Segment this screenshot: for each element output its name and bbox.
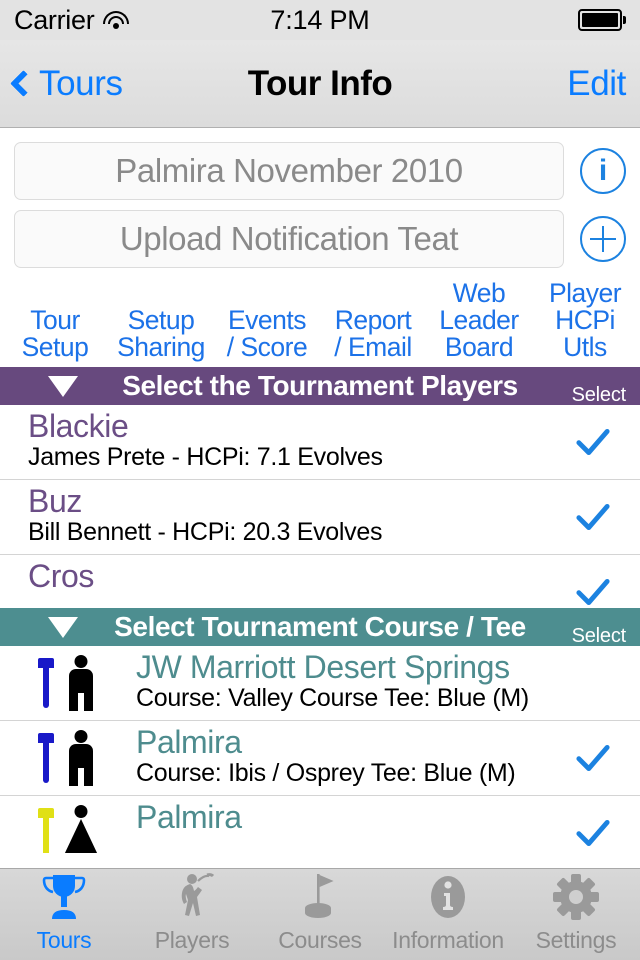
- players-list: Blackie James Prete - HCPi: 7.1 Evolves …: [0, 405, 640, 609]
- table-row[interactable]: Blackie James Prete - HCPi: 7.1 Evolves: [0, 405, 640, 481]
- checkmark-icon[interactable]: [576, 425, 610, 459]
- course-name: Palmira: [136, 724, 242, 761]
- info-circle-button[interactable]: i: [580, 148, 626, 194]
- course-detail: Course: Ibis / Osprey Tee: Blue (M): [136, 758, 516, 787]
- tab-bar-label: Tours: [36, 927, 92, 953]
- tour-name-value: Palmira November 2010: [115, 152, 463, 189]
- page-title: Tour Info: [247, 63, 393, 103]
- tab-bar-item-settings[interactable]: Settings: [512, 869, 640, 960]
- golf-tee-icon: [38, 658, 54, 709]
- tab-bar-label: Information: [392, 927, 504, 953]
- table-row[interactable]: Palmira Course: Ibis / Osprey Tee: Blue …: [0, 721, 640, 797]
- tab-label-line2: Sharing: [117, 332, 205, 363]
- player-detail: James Prete - HCPi: 7.1 Evolves: [28, 442, 383, 471]
- players-section-title: Select the Tournament Players: [122, 370, 518, 402]
- tab-bar-item-tours[interactable]: Tours: [0, 869, 128, 960]
- table-row[interactable]: JW Marriott Desert Springs Course: Valle…: [0, 646, 640, 722]
- tab-bar-item-players[interactable]: Players: [128, 869, 256, 960]
- table-row[interactable]: Buz Bill Bennett - HCPi: 20.3 Evolves: [0, 480, 640, 556]
- tab-bar-item-information[interactable]: Information: [384, 869, 512, 960]
- info-circle-icon: [424, 869, 472, 925]
- player-detail: Bill Bennett - HCPi: 20.3 Evolves: [28, 517, 383, 546]
- golf-tee-icon: [38, 733, 54, 784]
- table-row[interactable]: Cros: [0, 555, 640, 608]
- courses-select-label[interactable]: Select: [572, 625, 627, 648]
- player-name: Cros: [28, 558, 94, 595]
- tab-label-line2: HCPi: [555, 305, 615, 336]
- add-button[interactable]: [580, 216, 626, 262]
- male-figure-icon: [64, 730, 98, 787]
- edit-button[interactable]: Edit: [567, 64, 626, 104]
- tour-fields-area: Palmira November 2010 i Upload Notificat…: [0, 128, 640, 268]
- courses-section-header[interactable]: Select Tournament Course / Tee Select: [0, 608, 640, 648]
- navigation-bar: Tours Tour Info Edit: [0, 40, 640, 128]
- upload-notification-value: Upload Notification Teat: [119, 220, 459, 257]
- courses-list: JW Marriott Desert Springs Course: Valle…: [0, 646, 640, 854]
- tab-label-line3: Utls: [563, 332, 607, 363]
- info-circle-icon: i: [598, 154, 608, 187]
- tab-events-score[interactable]: Events / Score: [214, 305, 320, 363]
- golf-tee-icon: [38, 808, 54, 854]
- tab-bar-item-courses[interactable]: Courses: [256, 869, 384, 960]
- upload-notification-field[interactable]: Upload Notification Teat: [14, 210, 564, 268]
- checkmark-icon[interactable]: [576, 500, 610, 534]
- courses-section-title: Select Tournament Course / Tee: [114, 611, 526, 643]
- trophy-icon: [40, 869, 88, 925]
- upload-notification-row: Upload Notification Teat: [0, 210, 640, 268]
- tour-name-field[interactable]: Palmira November 2010: [14, 142, 564, 200]
- tab-player-hcpi-utls[interactable]: Player HCPi Utls: [532, 278, 638, 363]
- table-row[interactable]: Palmira: [0, 796, 640, 854]
- tab-label-line2: Setup: [21, 332, 89, 363]
- flag-icon: [296, 869, 344, 925]
- tour-tab-strip: Tour Setup Setup Sharing Events / Score …: [0, 278, 640, 368]
- status-bar: Carrier 7:14 PM: [0, 0, 640, 40]
- course-icon-group: [0, 649, 136, 717]
- course-icon-group: [0, 799, 136, 854]
- course-text: Palmira Course: Ibis / Osprey Tee: Blue …: [136, 724, 626, 787]
- golfer-icon: [168, 869, 216, 925]
- tab-tour-setup[interactable]: Tour Setup: [2, 305, 108, 363]
- tab-label-line2: / Email: [334, 332, 412, 363]
- tab-web-leader-board[interactable]: Web Leader Board: [426, 278, 532, 363]
- bottom-tab-bar: Tours Players Courses Information Settin…: [0, 868, 640, 960]
- tab-label-line3: Board: [444, 332, 514, 363]
- tab-label-line1: Tour: [30, 305, 80, 336]
- checkmark-icon[interactable]: [576, 741, 610, 775]
- tab-label-line2: Leader: [439, 305, 519, 336]
- tour-name-row: Palmira November 2010 i: [0, 142, 640, 200]
- tab-label-line1: Events: [227, 305, 307, 336]
- course-name: Palmira: [136, 799, 242, 836]
- gear-icon: [552, 869, 600, 925]
- players-select-label[interactable]: Select: [572, 384, 627, 407]
- course-name: JW Marriott Desert Springs: [136, 649, 510, 686]
- tab-label-line1: Web: [452, 278, 506, 308]
- tab-bar-label: Courses: [278, 927, 362, 953]
- tab-label-line1: Player: [548, 278, 622, 308]
- player-name: Blackie: [28, 408, 129, 445]
- tab-label-line1: Report: [334, 305, 412, 336]
- course-icon-group: [0, 724, 136, 792]
- tab-bar-label: Settings: [535, 927, 617, 953]
- course-detail: Course: Valley Course Tee: Blue (M): [136, 683, 529, 712]
- checkmark-icon[interactable]: [576, 575, 610, 608]
- player-name: Buz: [28, 483, 82, 520]
- tab-setup-sharing[interactable]: Setup Sharing: [108, 305, 214, 363]
- tab-bar-label: Players: [154, 927, 230, 953]
- female-figure-icon: [64, 805, 98, 854]
- players-section-header[interactable]: Select the Tournament Players Select: [0, 367, 640, 407]
- tab-label-line2: / Score: [226, 332, 308, 363]
- course-text: JW Marriott Desert Springs Course: Valle…: [136, 649, 626, 712]
- checkmark-icon[interactable]: [576, 816, 610, 850]
- status-bar-clock: 7:14 PM: [270, 4, 370, 35]
- course-text: Palmira: [136, 799, 626, 835]
- male-figure-icon: [64, 655, 98, 712]
- tab-report-email[interactable]: Report / Email: [320, 305, 426, 363]
- tab-label-line1: Setup: [127, 305, 195, 336]
